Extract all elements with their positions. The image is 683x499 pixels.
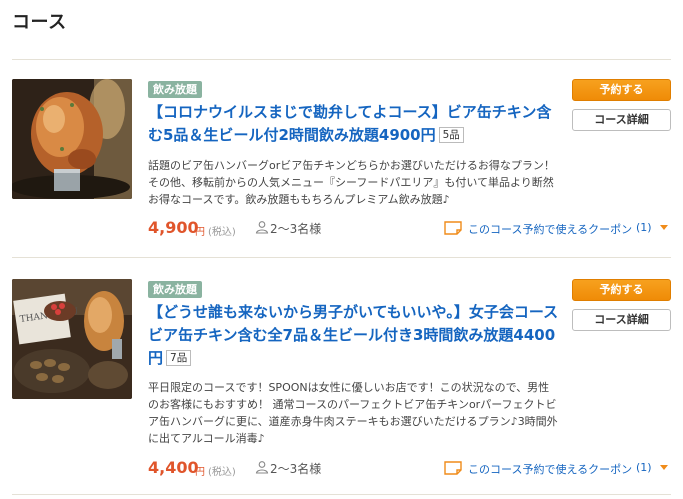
coupon-label: このコース予約で使えるクーポン: [468, 463, 633, 476]
course-description: 平日限定のコースです！SPOONは女性に優しいお店です！この状況なので、男性のお…: [148, 381, 558, 445]
coupon-link[interactable]: このコース予約で使えるクーポン (1): [444, 459, 671, 477]
price-unit: 円: [195, 227, 205, 238]
course-detail-button[interactable]: コース詳細: [572, 109, 671, 131]
course-card: 飲み放題 【コロナウイルスまじで勘弁してよコース】ビア缶チキン含む5品＆生ビール…: [12, 79, 671, 279]
course-card: THANK YOU 飲み放題 【どうせ誰も来ないから男子がいてもいいや。】女子会…: [12, 279, 671, 479]
coupon-label: このコース予約で使えるクーポン: [468, 223, 633, 236]
course-divider: [12, 257, 671, 258]
price-row: 4,400 円 (税込) 2〜3名様 このコース予約で使えるクーポン (1): [148, 458, 671, 478]
chevron-down-icon: [660, 225, 668, 230]
item-count-badge: 7品: [166, 350, 192, 366]
price-unit: 円: [195, 467, 205, 478]
course-title-link[interactable]: 【どうせ誰も来ないから男子がいてもいいや。】女子会コース ビア缶チキン含む全7品…: [148, 301, 573, 370]
course-photo-beer-can-chicken[interactable]: [12, 79, 132, 199]
coupon-count: (1): [636, 461, 652, 474]
tax-label: (税込): [208, 227, 236, 238]
course-detail-button[interactable]: コース詳細: [572, 309, 671, 331]
all-you-can-drink-badge: 飲み放題: [148, 281, 202, 298]
reserve-button[interactable]: 予約する: [572, 279, 671, 301]
coupon-count: (1): [636, 221, 652, 234]
course-photo-girls-party[interactable]: THANK YOU: [12, 279, 132, 399]
person-icon: [255, 461, 269, 474]
party-size: 2〜3名様: [270, 222, 322, 236]
course-title-link[interactable]: 【コロナウイルスまじで勘弁してよコース】ビア缶チキン含む5品＆生ビール付2時間飲…: [148, 101, 560, 147]
coupon-ticket-icon: [444, 221, 462, 235]
person-icon: [255, 221, 269, 234]
course-divider: [12, 494, 671, 495]
page-title: コース: [12, 12, 67, 33]
course-price: 4,400: [148, 458, 199, 477]
course-description: 話題のビア缶ハンバーグorビア缶チキンどちらかお選びいただけるお得なプラン！その…: [148, 159, 555, 206]
price-row: 4,900 円 (税込) 2〜3名様 このコース予約で使えるクーポン (1): [148, 218, 671, 238]
all-you-can-drink-badge: 飲み放題: [148, 81, 202, 98]
chevron-down-icon: [660, 465, 668, 470]
party-size: 2〜3名様: [270, 462, 322, 476]
tax-label: (税込): [208, 467, 236, 478]
section-divider: [12, 59, 671, 60]
reserve-button[interactable]: 予約する: [572, 79, 671, 101]
course-price: 4,900: [148, 218, 199, 237]
coupon-link[interactable]: このコース予約で使えるクーポン (1): [444, 219, 671, 237]
coupon-ticket-icon: [444, 461, 462, 475]
item-count-badge: 5品: [438, 127, 464, 143]
